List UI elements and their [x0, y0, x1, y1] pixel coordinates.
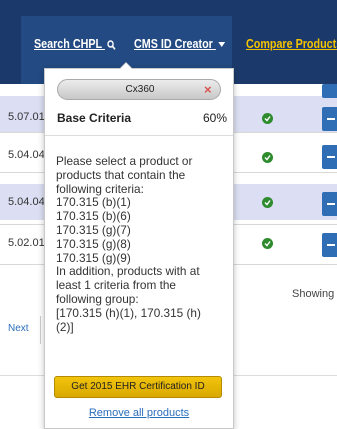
- check-icon: [262, 152, 273, 163]
- showing-entries-text: Showing: [292, 288, 335, 300]
- selected-product-tag: Cx360 ×: [57, 79, 221, 100]
- criteria-line: following criteria:: [56, 181, 144, 196]
- row-date: 5.02.01: [8, 237, 45, 249]
- dropdown-caret: [119, 62, 133, 69]
- check-icon: [262, 238, 273, 249]
- row-date: 5.04.04: [8, 196, 45, 208]
- criteria-line: following group:: [56, 291, 139, 306]
- nav-cms-label: CMS ID Creator: [134, 37, 213, 51]
- base-criteria-label: Base Criteria: [57, 111, 132, 125]
- criteria-line: least 1 criteria from the: [56, 278, 176, 293]
- remove-all-products-link[interactable]: Remove all products: [45, 407, 233, 419]
- criteria-line: 170.315 (b)(6): [56, 209, 131, 224]
- criteria-line: [170.315 (h)(1), 170.315 (h): [56, 305, 201, 320]
- criteria-line: products that contain the: [56, 167, 186, 182]
- nav-compare-products[interactable]: Compare Products: [246, 37, 337, 51]
- criteria-line: (2)]: [56, 319, 74, 334]
- nav-search-label: Search CHPL: [34, 37, 102, 51]
- check-icon: [262, 197, 273, 208]
- close-icon[interactable]: ×: [204, 82, 212, 97]
- nav-search-chpl[interactable]: Search CHPL: [34, 37, 116, 51]
- row-action-button[interactable]: [322, 84, 337, 98]
- caret-down-icon: [218, 41, 226, 47]
- criteria-instructions: Please select a product or products that…: [56, 154, 232, 334]
- row-action-button[interactable]: [322, 107, 337, 131]
- get-certification-id-button[interactable]: Get 2015 EHR Certification ID: [54, 376, 222, 398]
- base-criteria-percent: 60%: [202, 111, 227, 125]
- criteria-line: Please select a product or: [56, 154, 193, 168]
- check-icon: [262, 113, 273, 124]
- pager-divider: [40, 316, 41, 344]
- search-icon: [107, 39, 116, 50]
- criteria-line: 170.315 (g)(7): [56, 222, 131, 237]
- row-date: 5.07.01: [8, 111, 45, 123]
- row-action-button[interactable]: [322, 233, 337, 257]
- row-date: 5.04.04: [8, 149, 45, 161]
- nav-compare-label: Compare Products: [246, 37, 337, 51]
- nav-cms-id-creator[interactable]: CMS ID Creator: [134, 37, 226, 51]
- selected-product-name: Cx360: [125, 84, 155, 95]
- base-criteria-divider: [45, 135, 233, 136]
- pagination-next-link[interactable]: Next: [8, 323, 29, 334]
- cms-id-dropdown-panel: Cx360 × Base Criteria 60% Please select …: [44, 62, 234, 429]
- row-action-button[interactable]: [322, 145, 337, 169]
- row-action-button[interactable]: [322, 192, 337, 216]
- criteria-line: 170.315 (g)(9): [56, 250, 131, 265]
- criteria-line: 170.315 (g)(8): [56, 236, 131, 251]
- criteria-line: In addition, products with at: [56, 264, 200, 279]
- criteria-line: 170.315 (b)(1): [56, 195, 131, 210]
- page: Search CHPL CMS ID Creator Compare Produ…: [0, 0, 337, 429]
